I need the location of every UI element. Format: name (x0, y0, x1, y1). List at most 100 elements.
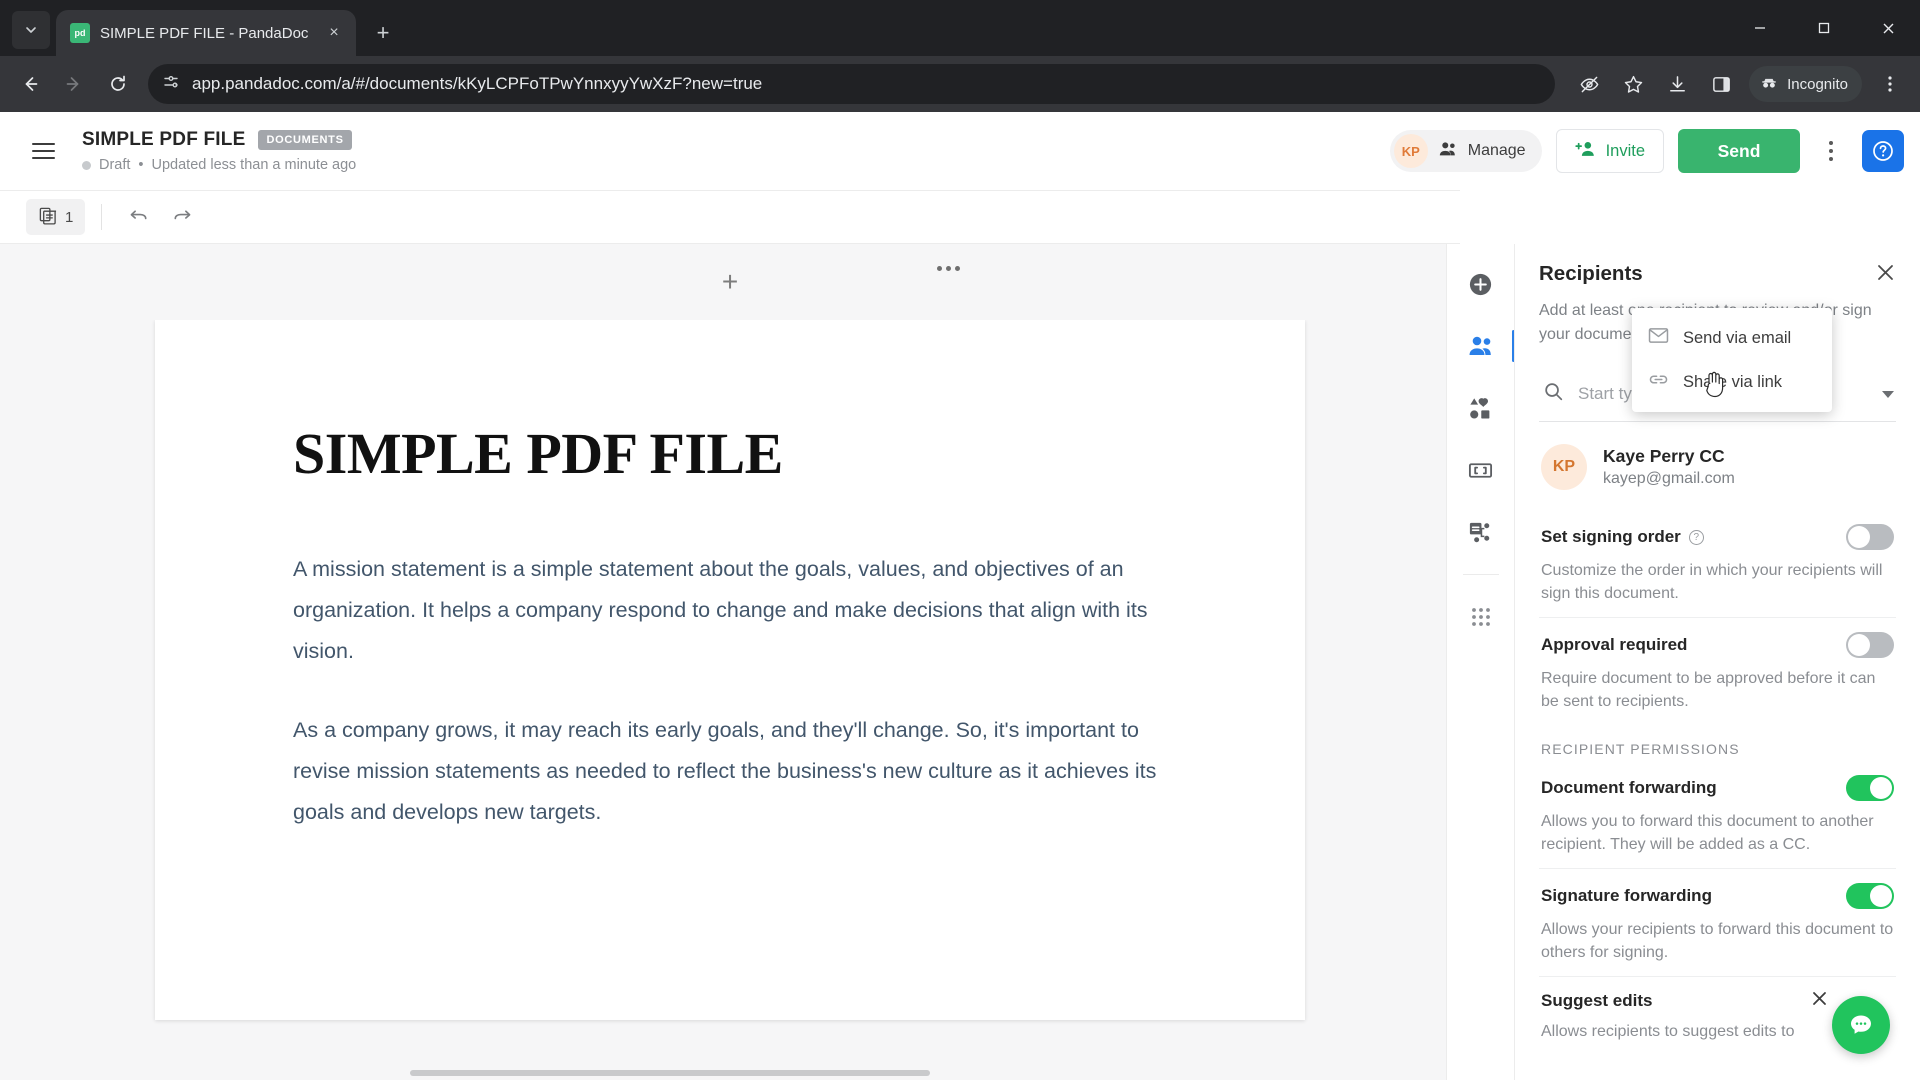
page-title[interactable]: SIMPLE PDF FILE (82, 129, 245, 151)
document-page[interactable]: SIMPLE PDF FILE A mission statement is a… (155, 320, 1305, 1020)
undo-icon[interactable] (118, 199, 158, 235)
link-icon (1648, 371, 1669, 393)
side-panel-icon[interactable] (1701, 64, 1741, 104)
sidebar-icon-rail (1446, 244, 1515, 1080)
add-content-icon[interactable] (1461, 264, 1501, 304)
setting-description: Customize the order in which your recipi… (1541, 562, 1883, 602)
recipient-email: kayep@gmail.com (1603, 470, 1735, 487)
bookmark-star-icon[interactable] (1613, 64, 1653, 104)
setting-signing-order: Set signing order ? Customize the order … (1539, 510, 1896, 617)
invite-button[interactable]: Invite (1555, 129, 1664, 173)
signature-forwarding-toggle[interactable] (1846, 883, 1894, 909)
back-icon[interactable] (10, 64, 50, 104)
browser-toolbar: app.pandadoc.com/a/#/documents/kKyLCPFoT… (0, 56, 1920, 112)
setting-label: Set signing order (1541, 527, 1681, 546)
add-block-icon[interactable]: + (722, 266, 738, 298)
page-count-label: 1 (65, 208, 74, 226)
window-controls (1728, 0, 1920, 56)
menu-item-send-via-email[interactable]: Send via email (1632, 316, 1832, 360)
status-separator: • (138, 157, 144, 173)
updated-label: Updated less than a minute ago (151, 157, 357, 173)
setting-approval-required: Approval required Require document to be… (1539, 617, 1896, 725)
recipient-info: Kaye Perry CC kayep@gmail.com (1603, 446, 1735, 488)
document-title-row: SIMPLE PDF FILE DOCUMENTS (82, 129, 356, 151)
add-person-icon (1574, 140, 1597, 163)
close-chat-icon[interactable] (1811, 990, 1828, 1012)
site-info-icon[interactable] (162, 73, 180, 96)
manage-button[interactable]: KP Manage (1389, 130, 1542, 172)
more-options-icon[interactable] (1814, 129, 1848, 173)
redo-icon[interactable] (162, 199, 202, 235)
close-panel-icon[interactable] (1875, 262, 1896, 287)
setting-label: Approval required (1541, 635, 1688, 654)
horizontal-scrollbar[interactable] (410, 1070, 930, 1076)
setting-signature-forwarding: Signature forwarding Allows your recipie… (1539, 868, 1896, 976)
document-paragraph[interactable]: As a company grows, it may reach its ear… (293, 710, 1167, 833)
permissions-caption: RECIPIENT PERMISSIONS (1541, 741, 1740, 757)
menu-item-label: Share via link (1683, 372, 1783, 391)
document-forwarding-toggle[interactable] (1846, 775, 1894, 801)
workflow-icon[interactable] (1461, 512, 1501, 552)
rail-divider (1462, 574, 1499, 575)
menu-item-label: Send via email (1683, 328, 1792, 347)
tab-title: SIMPLE PDF FILE - PandaDoc (100, 24, 309, 42)
tab-strip: pd SIMPLE PDF FILE - PandaDoc × + (0, 0, 1920, 56)
document-toolbar: 1 (0, 190, 1460, 244)
envelope-icon (1648, 327, 1669, 349)
reload-icon[interactable] (98, 64, 138, 104)
setting-row: Set signing order ? (1541, 524, 1894, 550)
header-actions: KP Manage Invite Send (1389, 129, 1904, 173)
setting-label: Signature forwarding (1541, 886, 1712, 905)
draft-label: Draft (99, 157, 131, 173)
document-paragraph[interactable]: A mission statement is a simple statemen… (293, 549, 1167, 672)
chrome-menu-icon[interactable] (1870, 64, 1910, 104)
page-options-icon[interactable] (937, 266, 960, 271)
recipient-row[interactable]: KP Kaye Perry CC kayep@gmail.com (1539, 422, 1896, 510)
panel-header: Recipients (1539, 244, 1896, 287)
chat-support-button[interactable] (1832, 996, 1890, 1054)
menu-item-share-via-link[interactable]: Share via link (1632, 360, 1832, 404)
pages-icon (38, 206, 57, 229)
setting-row: Approval required (1541, 632, 1894, 658)
page-count-button[interactable]: 1 (26, 199, 86, 235)
recipient-role: CC (1699, 446, 1725, 466)
incognito-icon (1759, 72, 1779, 96)
recipients-icon[interactable] (1461, 326, 1515, 366)
new-tab-button[interactable]: + (366, 16, 400, 50)
recipient-fullname: Kaye Perry (1603, 446, 1695, 466)
maximize-icon[interactable] (1792, 0, 1856, 56)
draft-status-dot-icon (82, 160, 91, 170)
apps-grid-icon[interactable] (1461, 597, 1501, 637)
close-window-icon[interactable] (1856, 0, 1920, 56)
recipient-name: Kaye Perry CC (1603, 446, 1735, 467)
hide-view-icon[interactable] (1569, 64, 1609, 104)
browser-tab[interactable]: pd SIMPLE PDF FILE - PandaDoc × (56, 10, 356, 56)
forward-icon[interactable] (54, 64, 94, 104)
content-library-icon[interactable] (1461, 388, 1501, 428)
incognito-label: Incognito (1787, 75, 1848, 93)
tab-search-caret-icon[interactable] (12, 11, 50, 49)
avatar: KP (1541, 444, 1587, 490)
avatar: KP (1393, 134, 1428, 168)
document-heading[interactable]: SIMPLE PDF FILE (293, 420, 1167, 487)
tab-close-icon[interactable]: × (322, 21, 346, 45)
chevron-down-icon[interactable] (1882, 390, 1894, 398)
variables-icon[interactable] (1461, 450, 1501, 490)
help-button[interactable] (1862, 130, 1904, 172)
approval-required-toggle[interactable] (1846, 632, 1894, 658)
download-icon[interactable] (1657, 64, 1697, 104)
manage-people-icon (1438, 140, 1458, 163)
minimize-icon[interactable] (1728, 0, 1792, 56)
setting-description: Allows your recipients to forward this d… (1541, 921, 1894, 961)
panel-title: Recipients (1539, 262, 1643, 285)
canvas-top-bar: + (0, 244, 1460, 320)
signing-order-toggle[interactable] (1846, 524, 1894, 550)
setting-description: Require document to be approved before i… (1541, 670, 1876, 710)
incognito-badge[interactable]: Incognito (1749, 66, 1862, 102)
send-button[interactable]: Send (1678, 129, 1800, 173)
info-icon[interactable]: ? (1688, 529, 1704, 545)
app-header: SIMPLE PDF FILE DOCUMENTS Draft • Update… (0, 112, 1920, 190)
menu-hamburger-icon[interactable] (22, 130, 64, 172)
address-bar[interactable]: app.pandadoc.com/a/#/documents/kKyLCPFoT… (148, 64, 1556, 104)
setting-row: Signature forwarding (1541, 883, 1894, 909)
